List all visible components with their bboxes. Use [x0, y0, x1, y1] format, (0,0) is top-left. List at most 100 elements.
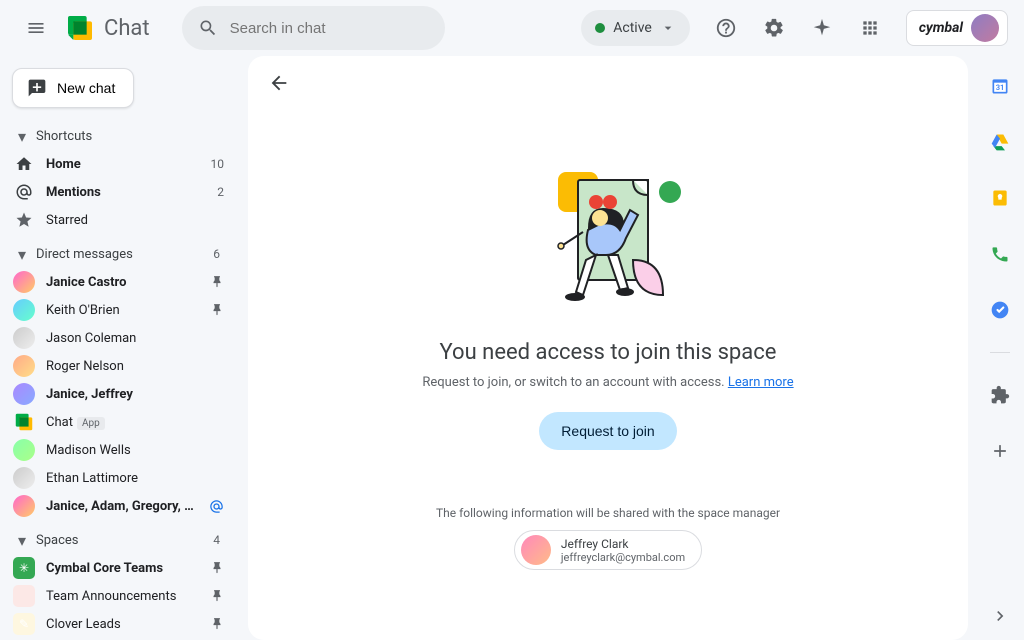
right-side-panel: 31 [976, 56, 1024, 640]
dm-item[interactable]: ChatApp [8, 408, 232, 436]
help-button[interactable] [706, 8, 746, 48]
shortcut-item[interactable]: Mentions2 [8, 178, 232, 206]
main-menu-button[interactable] [16, 8, 56, 48]
pin-icon [210, 303, 224, 317]
dm-avatar [13, 495, 35, 517]
dm-avatar [13, 355, 35, 377]
shortcut-count: 2 [217, 185, 224, 199]
chevron-right-icon [990, 606, 1010, 626]
section-dm-count: 6 [213, 247, 224, 261]
search-input[interactable] [230, 20, 429, 37]
dm-item[interactable]: Madison Wells [8, 436, 232, 464]
drive-app-button[interactable] [982, 124, 1018, 160]
voice-app-button[interactable] [982, 236, 1018, 272]
space-item[interactable]: Team Announcements [8, 582, 232, 610]
shortcut-count: 10 [211, 157, 225, 171]
caret-down-icon: ▾ [16, 531, 28, 550]
pin-icon [210, 561, 224, 575]
search-bar[interactable] [182, 6, 445, 50]
app-badge: App [77, 417, 105, 430]
chat-logo[interactable]: Chat [64, 12, 150, 44]
new-chat-button[interactable]: New chat [12, 68, 134, 108]
caret-down-icon: ▾ [16, 127, 28, 146]
dm-item[interactable]: Janice, Jeffrey [8, 380, 232, 408]
share-note: The following information will be shared… [436, 506, 780, 520]
dm-item[interactable]: Ethan Lattimore [8, 464, 232, 492]
apps-grid-icon [860, 18, 880, 38]
section-dm-title: Direct messages [36, 247, 205, 262]
access-headline: You need access to join this space [440, 340, 777, 365]
hamburger-icon [26, 18, 46, 38]
section-dm-header[interactable]: ▾ Direct messages 6 [8, 240, 232, 268]
main-content: You need access to join this space Reque… [248, 56, 968, 640]
plus-icon [990, 441, 1010, 461]
dm-item[interactable]: Roger Nelson [8, 352, 232, 380]
section-spaces-count: 4 [213, 533, 224, 547]
dm-label: Ethan Lattimore [46, 471, 214, 486]
settings-button[interactable] [754, 8, 794, 48]
rail-divider [990, 352, 1010, 353]
collapse-panel-button[interactable] [986, 602, 1014, 630]
gear-icon [763, 17, 785, 39]
pin-icon [210, 275, 224, 289]
learn-more-link[interactable]: Learn more [728, 375, 794, 390]
space-label: Clover Leads [46, 617, 200, 632]
back-button[interactable] [268, 72, 290, 94]
app-name: Chat [104, 16, 150, 41]
addon-icon [990, 385, 1010, 405]
dm-item[interactable]: Keith O'Brien [8, 296, 232, 324]
tasks-app-button[interactable] [982, 292, 1018, 328]
space-label: Team Announcements [46, 589, 200, 604]
add-app-button[interactable] [982, 433, 1018, 469]
dm-avatar [13, 383, 35, 405]
keep-app-button[interactable] [982, 180, 1018, 216]
dm-avatar [13, 327, 35, 349]
org-switcher[interactable]: cymbal [906, 10, 1008, 46]
dm-label: ChatApp [46, 415, 214, 430]
mention-icon [209, 499, 224, 514]
section-shortcuts-title: Shortcuts [36, 129, 224, 144]
dm-item[interactable]: Jason Coleman [8, 324, 232, 352]
dm-avatar [13, 271, 35, 293]
caret-down-icon: ▾ [16, 245, 28, 264]
search-icon [198, 18, 218, 38]
dm-label: Madison Wells [46, 443, 214, 458]
dm-avatar [13, 467, 35, 489]
access-subline: Request to join, or switch to an account… [422, 375, 793, 390]
section-shortcuts-header[interactable]: ▾ Shortcuts [8, 122, 232, 150]
dm-label: Janice, Adam, Gregory, Jose... [46, 499, 199, 514]
shortcut-label: Starred [46, 213, 214, 228]
space-item[interactable]: ✎ Clover Leads [8, 610, 232, 638]
dm-item[interactable]: Janice, Adam, Gregory, Jose... [8, 492, 232, 520]
space-avatar: ✳ [13, 557, 35, 579]
status-dot-icon [595, 23, 605, 33]
dm-label: Keith O'Brien [46, 303, 200, 318]
user-avatar [971, 14, 999, 42]
dm-label: Roger Nelson [46, 359, 214, 374]
section-spaces-header[interactable]: ▾ Spaces 4 [8, 526, 232, 554]
dm-item[interactable]: Janice Castro [8, 268, 232, 296]
calendar-app-button[interactable]: 31 [982, 68, 1018, 104]
shortcut-label: Home [46, 157, 201, 172]
sparkle-icon [811, 17, 833, 39]
gemini-button[interactable] [802, 8, 842, 48]
org-name: cymbal [919, 20, 963, 36]
pin-icon [210, 589, 224, 603]
sidebar: New chat ▾ Shortcuts Home 10 Mentions2 Star… [0, 56, 240, 640]
shortcut-item[interactable]: Starred [8, 206, 232, 234]
space-avatar: ✎ [13, 613, 35, 635]
request-to-join-button[interactable]: Request to join [539, 412, 676, 450]
drive-icon [990, 132, 1010, 152]
mention-icon [12, 183, 36, 201]
apps-button[interactable] [850, 8, 890, 48]
shortcut-item[interactable]: Home 10 [8, 150, 232, 178]
status-label: Active [613, 20, 652, 36]
section-spaces-title: Spaces [36, 533, 205, 548]
dm-label: Janice, Jeffrey [46, 387, 214, 402]
status-pill[interactable]: Active [581, 10, 690, 46]
addons-button[interactable] [982, 377, 1018, 413]
space-item[interactable]: ✳Cymbal Core Teams [8, 554, 232, 582]
chat-logo-icon [64, 12, 96, 44]
help-icon [715, 17, 737, 39]
phone-icon [990, 244, 1010, 264]
